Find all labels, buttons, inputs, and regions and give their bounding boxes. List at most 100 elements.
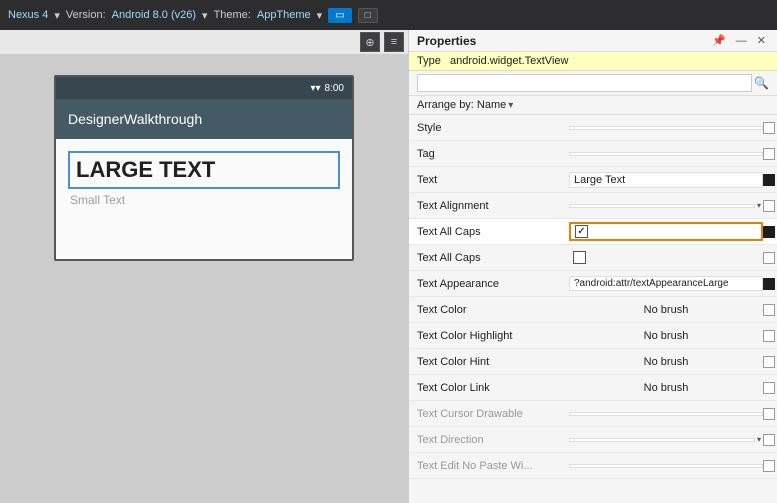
search-input[interactable] bbox=[417, 74, 752, 92]
prop-value-text-color-link[interactable]: No brush bbox=[569, 380, 763, 396]
prop-end-text-color-link[interactable] bbox=[763, 382, 775, 394]
prop-value-text-color[interactable]: No brush bbox=[569, 302, 763, 318]
prop-end-tag[interactable] bbox=[763, 148, 775, 160]
theme-value: AppTheme bbox=[257, 9, 311, 21]
prop-end-text-edit-no-paste[interactable] bbox=[763, 460, 775, 472]
prop-end-text-alignment[interactable] bbox=[763, 200, 775, 212]
large-text: LARGE TEXT bbox=[76, 157, 332, 183]
prop-value-container-text-alignment: ▾ bbox=[569, 201, 763, 210]
prop-row-text: Text Large Text bbox=[409, 167, 777, 193]
prop-row-text-alignment: Text Alignment ▾ bbox=[409, 193, 777, 219]
prop-name-text-edit-no-paste: Text Edit No Paste Wi... bbox=[409, 460, 569, 472]
search-row: 🔍 bbox=[409, 71, 777, 96]
prop-value-container-text: Large Text bbox=[569, 172, 763, 188]
phone-content: LARGE TEXT Small Text bbox=[56, 139, 352, 259]
prop-name-text-alignment: Text Alignment bbox=[409, 200, 569, 212]
prop-row-text-all-caps: Text All Caps bbox=[409, 245, 777, 271]
close-icon[interactable]: ✕ bbox=[754, 33, 769, 48]
prop-name-style: Style bbox=[409, 122, 569, 134]
prop-row-text-all-caps-active: Text All Caps ✓ bbox=[409, 219, 777, 245]
prop-value-tag[interactable] bbox=[569, 152, 763, 156]
prop-value-container-text-appearance: ?android:attr/textAppearanceLarge bbox=[569, 276, 763, 291]
prop-value-container-text-cursor-drawable bbox=[569, 412, 763, 416]
prop-name-text-cursor-drawable: Text Cursor Drawable bbox=[409, 408, 569, 420]
prop-value-text-alignment[interactable] bbox=[569, 204, 755, 208]
prop-value-container-text-all-caps bbox=[569, 250, 763, 265]
prop-end-text-color-hint[interactable] bbox=[763, 356, 775, 368]
phone-button[interactable]: ▭ bbox=[328, 8, 351, 23]
properties-title: Properties bbox=[417, 34, 476, 48]
options-icon[interactable]: ≡ bbox=[384, 32, 404, 52]
prop-row-text-cursor-drawable: Text Cursor Drawable bbox=[409, 401, 777, 427]
prop-checkbox-container bbox=[569, 250, 763, 265]
top-toolbar: Nexus 4 ▾ Version: Android 8.0 (v26) ▾ T… bbox=[0, 0, 777, 30]
tablet-button[interactable]: □ bbox=[358, 8, 378, 23]
prop-end-style[interactable] bbox=[763, 122, 775, 134]
prop-end-text-cursor-drawable[interactable] bbox=[763, 408, 775, 420]
prop-name-text-all-caps-active: Text All Caps bbox=[409, 226, 569, 238]
prop-value-container-style bbox=[569, 126, 763, 130]
prop-row-tag: Tag bbox=[409, 141, 777, 167]
phone-frame: ▾▾ 8:00 DesignerWalkthrough LARGE TEXT S… bbox=[54, 75, 354, 261]
prop-row-text-appearance: Text Appearance ?android:attr/textAppear… bbox=[409, 271, 777, 297]
prop-row-text-direction: Text Direction ▾ bbox=[409, 427, 777, 453]
small-text: Small Text bbox=[68, 193, 340, 207]
prop-row-text-color-link: Text Color Link No brush bbox=[409, 375, 777, 401]
phone-action-bar: DesignerWalkthrough bbox=[56, 99, 352, 139]
properties-table: Style Tag Text Large Text bbox=[409, 115, 777, 503]
prop-name-text-appearance: Text Appearance bbox=[409, 278, 569, 290]
prop-value-text-edit-no-paste[interactable] bbox=[569, 464, 763, 468]
prop-row-text-color: Text Color No brush bbox=[409, 297, 777, 323]
prop-end-text-color-highlight[interactable] bbox=[763, 330, 775, 342]
prop-end-text-all-caps[interactable] bbox=[763, 252, 775, 264]
text-alignment-arrow: ▾ bbox=[755, 201, 763, 210]
designer-area: ⊕ ≡ ▾▾ 8:00 DesignerWalkthrough LARGE TE… bbox=[0, 30, 408, 503]
prop-name-text-all-caps: Text All Caps bbox=[409, 252, 569, 264]
prop-row-style: Style bbox=[409, 115, 777, 141]
prop-name-text-color-highlight: Text Color Highlight bbox=[409, 330, 569, 342]
properties-header-icons: 📌 — ✕ bbox=[709, 33, 769, 48]
prop-value-container-text-color-hint: No brush bbox=[569, 354, 763, 370]
minimize-icon[interactable]: — bbox=[733, 34, 750, 48]
large-text-container[interactable]: LARGE TEXT bbox=[68, 151, 340, 189]
prop-value-container-text-direction: ▾ bbox=[569, 435, 763, 444]
prop-end-text-direction[interactable] bbox=[763, 434, 775, 446]
prop-value-text-color-highlight[interactable]: No brush bbox=[569, 328, 763, 344]
prop-end-text-all-caps-active[interactable] bbox=[763, 226, 775, 238]
phone-status-bar: ▾▾ 8:00 bbox=[56, 77, 352, 99]
prop-row-text-color-highlight: Text Color Highlight No brush bbox=[409, 323, 777, 349]
search-icon: 🔍 bbox=[754, 76, 769, 90]
prop-value-text-direction[interactable] bbox=[569, 438, 755, 442]
prop-end-text-appearance[interactable] bbox=[763, 278, 775, 290]
prop-end-text-color[interactable] bbox=[763, 304, 775, 316]
prop-checkbox-checked[interactable]: ✓ bbox=[575, 225, 588, 238]
prop-name-text: Text bbox=[409, 174, 569, 186]
prop-name-tag: Tag bbox=[409, 148, 569, 160]
prop-value-text-cursor-drawable[interactable] bbox=[569, 412, 763, 416]
arrange-row[interactable]: Arrange by: Name ▾ bbox=[409, 96, 777, 115]
prop-value-container-text-all-caps-active: ✓ bbox=[569, 222, 763, 241]
prop-value-container-tag bbox=[569, 152, 763, 156]
designer-toolbar: ⊕ ≡ bbox=[0, 30, 408, 55]
prop-value-style[interactable] bbox=[569, 126, 763, 130]
type-label: Type bbox=[417, 55, 441, 67]
pin-icon[interactable]: 📌 bbox=[709, 33, 729, 48]
api-label: Nexus 4 bbox=[8, 9, 48, 21]
prop-value-container-text-edit-no-paste bbox=[569, 464, 763, 468]
prop-value-text[interactable]: Large Text bbox=[569, 172, 763, 188]
properties-panel: Properties 📌 — ✕ Type android.widget.Tex… bbox=[408, 30, 777, 503]
prop-row-text-color-hint: Text Color Hint No brush bbox=[409, 349, 777, 375]
time-display: 8:00 bbox=[325, 83, 344, 94]
main-content: ⊕ ≡ ▾▾ 8:00 DesignerWalkthrough LARGE TE… bbox=[0, 30, 777, 503]
zoom-icon[interactable]: ⊕ bbox=[360, 32, 380, 52]
wifi-icon: ▾▾ bbox=[310, 83, 320, 94]
prop-checkbox-border[interactable]: ✓ bbox=[569, 222, 763, 241]
prop-value-text-color-hint[interactable]: No brush bbox=[569, 354, 763, 370]
prop-value-container-text-color-highlight: No brush bbox=[569, 328, 763, 344]
prop-checkbox-unchecked[interactable] bbox=[573, 251, 586, 264]
prop-value-container-text-color-link: No brush bbox=[569, 380, 763, 396]
prop-value-text-appearance[interactable]: ?android:attr/textAppearanceLarge bbox=[569, 276, 763, 291]
app-name: DesignerWalkthrough bbox=[68, 111, 202, 127]
prop-value-container-text-color: No brush bbox=[569, 302, 763, 318]
prop-end-text[interactable] bbox=[763, 174, 775, 186]
